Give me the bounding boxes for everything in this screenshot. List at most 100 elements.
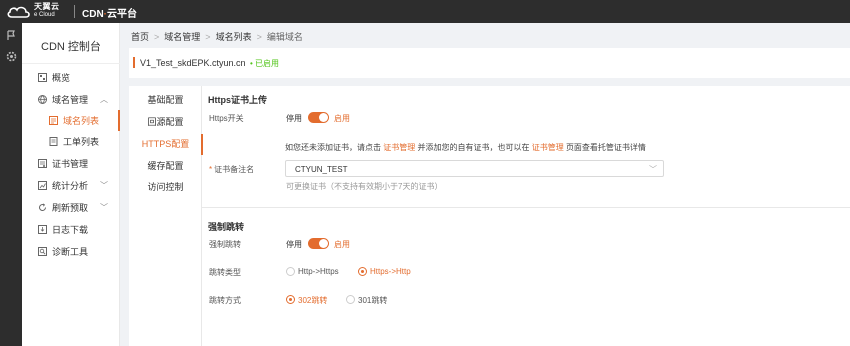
sidebar-item-domain-list[interactable]: 域名列表 xyxy=(22,110,120,131)
radio-label-302-redirect: 302跳转 xyxy=(298,296,328,305)
logo-en: e Cloud xyxy=(34,12,55,18)
accent-bar xyxy=(133,57,135,68)
config-tabs: 基础配置 回源配置 HTTPS配置 缓存配置 访问控制 xyxy=(129,86,203,346)
https-toggle[interactable] xyxy=(308,112,329,123)
cert-select[interactable]: CTYUN_TEST ﹀ xyxy=(285,160,664,177)
redirect-switch-off-label: 停用 xyxy=(286,240,302,249)
sidebar-item-log-download[interactable]: 日志下载 xyxy=(22,219,120,240)
tab-cache-config[interactable]: 缓存配置 xyxy=(129,156,202,177)
product-prefix: CDN xyxy=(82,9,104,20)
log-icon xyxy=(38,225,47,234)
refresh-icon xyxy=(39,203,46,211)
console-title: CDN 控制台 xyxy=(41,41,101,53)
tip-text: 页面查看托管证书详情 xyxy=(565,143,646,152)
radio-http-to-https[interactable] xyxy=(286,267,295,276)
redirect-switch-label: 强制跳转 xyxy=(209,240,241,249)
redirect-switch-on-label: 启用 xyxy=(334,240,350,249)
https-config-pane: Https证书上传 Https开关 停用 启用 如您还未添加证书，请点击 证书管… xyxy=(202,86,850,346)
redirect-method-label: 跳转方式 xyxy=(209,296,241,305)
diagnose-icon xyxy=(38,247,47,256)
sidebar-item-label: 工单列表 xyxy=(63,137,100,147)
tip-text: 并添加您的自有证书，也可以在 xyxy=(417,143,530,152)
overview-icon xyxy=(38,73,47,82)
cert-name-label-text: 证书备注名 xyxy=(214,165,255,174)
sidebar-item-label: 概览 xyxy=(52,73,71,83)
top-bar: 天翼云 e Cloud CDN·云平台 xyxy=(0,0,850,23)
logo-cn: 天翼云 xyxy=(34,2,60,11)
sidebar-item-ticket-list[interactable]: 工单列表 xyxy=(22,131,120,152)
cloud-logo-icon xyxy=(7,6,30,18)
cert-select-value: CTYUN_TEST xyxy=(295,165,348,174)
cert-management-link[interactable]: 证书管理 xyxy=(383,143,415,152)
cert-tip: 如您还未添加证书，请点击 证书管理 并添加您的自有证书，也可以在 证书管理 页面… xyxy=(285,142,646,153)
https-switch-label: Https开关 xyxy=(209,114,244,123)
radio-label-http-to-https: Http->Https xyxy=(298,267,339,276)
sidebar-item-label: 统计分析 xyxy=(52,181,89,191)
section-title-redirect: 强制跳转 xyxy=(208,222,245,232)
redirect-toggle[interactable] xyxy=(308,238,329,249)
ticket-icon xyxy=(49,137,58,146)
sidebar-item-label: 诊断工具 xyxy=(52,247,89,257)
sidebar-item-label: 日志下载 xyxy=(52,225,89,235)
tip-text: 如您还未添加证书，请点击 xyxy=(285,143,381,152)
sidebar-item-label: 证书管理 xyxy=(52,159,89,169)
breadcrumb-home[interactable]: 首页 xyxy=(131,32,149,42)
toggle-knob xyxy=(319,113,328,122)
stats-icon xyxy=(38,181,47,190)
chevron-up-icon: ︿ xyxy=(100,95,108,104)
domain-header: V1_Test_skdEPK.ctyun.cn • 已启用 xyxy=(129,48,850,78)
https-switch-off-label: 停用 xyxy=(286,114,302,123)
cert-management-link-2[interactable]: 证书管理 xyxy=(532,143,564,152)
sidebar-item-diagnose-tool[interactable]: 诊断工具 xyxy=(22,241,120,262)
radio-label-301-redirect: 301跳转 xyxy=(358,296,388,305)
toggle-knob xyxy=(319,239,328,248)
breadcrumb-separator: > xyxy=(205,32,211,42)
sidebar-item-label: 刷新预取 xyxy=(52,203,89,213)
https-switch-on-label: 启用 xyxy=(334,114,350,123)
sidebar-item-certificate-management[interactable]: 证书管理 xyxy=(22,153,120,174)
breadcrumb-edit-domain: 编辑域名 xyxy=(266,32,303,42)
sidebar-item-overview[interactable]: 概览 xyxy=(22,67,120,88)
required-mark: * xyxy=(209,165,213,174)
breadcrumb: 首页 > 域名管理 > 域名列表 > 编辑域名 xyxy=(131,30,303,43)
active-indicator xyxy=(118,110,120,131)
product-title[interactable]: CDN·云平台 xyxy=(82,5,137,20)
breadcrumb-domain-list[interactable]: 域名列表 xyxy=(216,32,252,42)
tab-origin-config[interactable]: 回源配置 xyxy=(129,112,202,133)
section-title-https-cert: Https证书上传 xyxy=(208,95,267,105)
cert-name-label: * 证书备注名 xyxy=(209,164,254,175)
topbar-divider xyxy=(74,5,75,18)
flag-icon[interactable] xyxy=(6,30,17,41)
radio-label-https-to-http: Https->Http xyxy=(370,267,411,276)
sidebar-item-refresh-prefetch[interactable]: 刷新预取 ﹀ xyxy=(22,197,120,218)
breadcrumb-domain-management[interactable]: 域名管理 xyxy=(164,32,200,42)
chevron-down-icon: ﹀ xyxy=(100,181,108,190)
radio-302-redirect[interactable] xyxy=(286,295,295,304)
domain-name: V1_Test_skdEPK.ctyun.cn xyxy=(140,58,246,68)
sidebar-divider xyxy=(22,63,120,64)
sidebar-item-domain-management[interactable]: 域名管理 ︿ xyxy=(22,89,120,110)
product-suffix: 云平台 xyxy=(107,9,138,20)
tab-https-config[interactable]: HTTPS配置 xyxy=(129,134,203,155)
logo-text: 天翼云 e Cloud xyxy=(34,3,60,19)
cert-hint: 可更换证书（不支持有效期小于7天的证书） xyxy=(286,182,443,191)
sidebar-item-label: 域名列表 xyxy=(63,116,100,126)
redirect-type-label: 跳转类型 xyxy=(209,268,241,277)
sidebar-item-label: 域名管理 xyxy=(52,95,89,105)
gear-icon[interactable] xyxy=(6,51,17,62)
breadcrumb-separator: > xyxy=(154,32,160,42)
status-badge: • 已启用 xyxy=(250,59,280,68)
icon-rail xyxy=(0,23,22,346)
section-divider xyxy=(202,207,850,208)
chevron-down-icon: ﹀ xyxy=(649,165,657,174)
sidebar-item-statistics[interactable]: 统计分析 ﹀ xyxy=(22,175,120,196)
certificate-icon xyxy=(38,159,47,168)
domain-icon xyxy=(38,95,47,104)
tab-basic-config[interactable]: 基础配置 xyxy=(129,90,202,111)
chevron-down-icon: ﹀ xyxy=(100,203,108,212)
radio-301-redirect[interactable] xyxy=(346,295,355,304)
sidebar: CDN 控制台 概览 域名管理 ︿ 域名列表 工单列表 证书管理 统计分析 ﹀ … xyxy=(22,23,120,346)
tab-access-control[interactable]: 访问控制 xyxy=(129,177,202,198)
radio-https-to-http[interactable] xyxy=(358,267,367,276)
list-icon xyxy=(49,116,58,125)
